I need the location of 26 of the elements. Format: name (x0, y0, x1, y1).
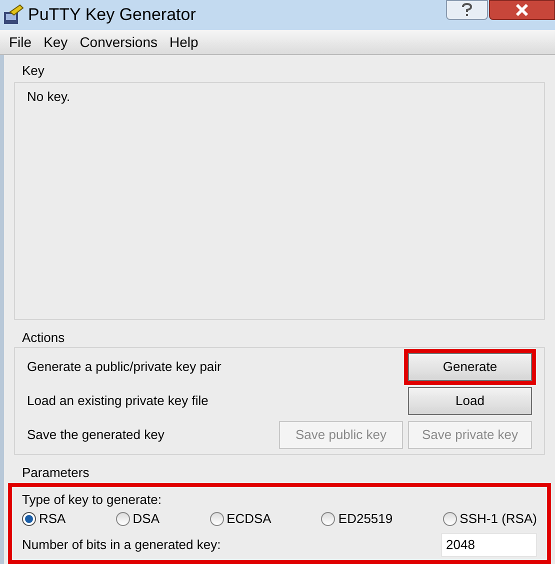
menu-item[interactable]: File (9, 32, 32, 52)
bits-label: Number of bits in a generated key: (22, 536, 221, 554)
group-title: Key (22, 62, 46, 80)
group-title: Actions (22, 328, 66, 346)
help-icon (461, 3, 473, 17)
close-icon (515, 4, 529, 16)
action-label: Load an existing private key file (27, 392, 210, 410)
radio-option[interactable]: DSA (116, 509, 160, 528)
radio-option[interactable]: ED25519 (321, 509, 393, 528)
menu-item[interactable]: Conversions (80, 32, 158, 52)
radio-option[interactable]: RSA (22, 509, 66, 528)
help-button[interactable] (446, 0, 488, 20)
group-title: Parameters (22, 464, 90, 482)
radio-option[interactable]: SSH-1 (RSA) (442, 509, 537, 528)
action-label: Save the generated key (27, 426, 166, 444)
menu-item[interactable]: Help (170, 32, 198, 52)
key-type-label: Type of key to generate: (22, 490, 162, 509)
action-label: Generate a public/private key pair (27, 358, 222, 376)
radio-option[interactable]: ECDSA (210, 509, 272, 528)
close-button[interactable] (489, 0, 555, 20)
bits-input-field[interactable]: 2048 (441, 532, 537, 556)
app-icon (2, 4, 24, 26)
menu-item[interactable]: Key (44, 32, 68, 52)
action-button[interactable]: Load (408, 387, 532, 415)
window-title: PuTTY Key Generator (28, 4, 196, 26)
key-status-text: No key. (27, 88, 70, 104)
